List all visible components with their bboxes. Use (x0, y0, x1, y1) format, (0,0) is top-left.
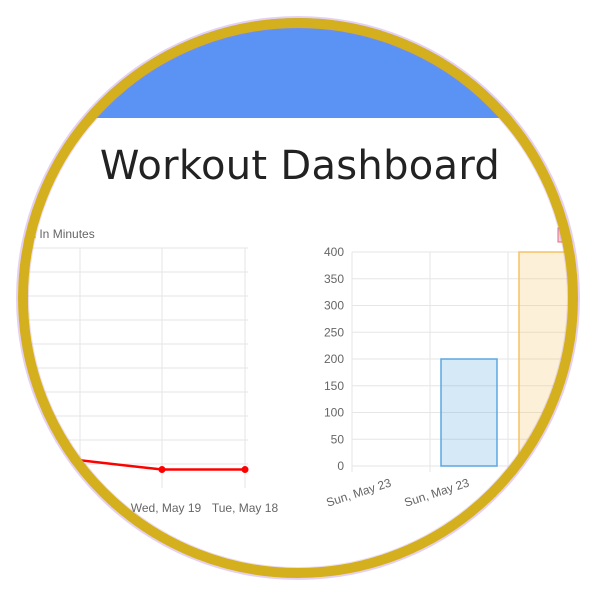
legend-swatch[interactable] (557, 227, 578, 243)
bar-y-tick-label: 150 (324, 379, 344, 393)
bar-chart-y-ticks: 0 50 100 150 200 250 300 350 400 (324, 245, 344, 473)
bar-y-tick-label: 50 (331, 432, 345, 446)
bar-y-tick-label: 350 (324, 272, 344, 286)
bar-y-tick-label: 200 (324, 352, 344, 366)
viewport-circle: Workout Dashboard ration In Minutes ay 2… (18, 18, 578, 578)
bar-x-tick-label: Sat, May (487, 476, 536, 504)
bar[interactable] (440, 358, 498, 467)
bar-chart-x-labels: Sun, May 23 Sun, May 23 Sat, May (325, 475, 536, 509)
bar-chart: 050100150200250300350400 Sun, May 23 Sun,… (324, 227, 578, 510)
bar-y-tick-label: 0 (337, 459, 344, 473)
bar[interactable] (518, 251, 576, 467)
bar-x-tick-label: Sun, May 23 (403, 475, 472, 509)
bar-x-tick-label: Sun, May 23 (325, 475, 394, 509)
bar-y-tick-label: 250 (324, 325, 344, 339)
bar-y-tick-label: 400 (324, 245, 344, 259)
bar-y-tick-label: 100 (324, 406, 344, 420)
bar-y-tick-label: 300 (324, 299, 344, 313)
